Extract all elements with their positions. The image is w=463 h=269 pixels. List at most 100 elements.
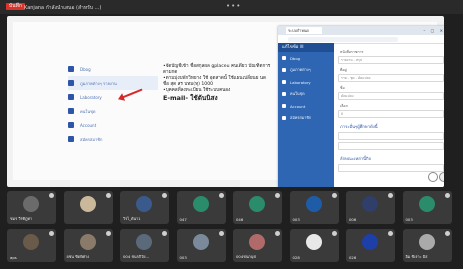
participant-tile[interactable]: 028 xyxy=(289,229,339,262)
participant-name: 003 xyxy=(292,217,300,222)
mic-muted-icon xyxy=(218,231,224,236)
mic-muted-icon xyxy=(444,193,450,198)
mic-muted-icon xyxy=(331,193,337,198)
participant-avatar xyxy=(249,196,265,212)
sidebar-label: คนในชุด xyxy=(290,91,305,96)
participant-tile[interactable]: 003 xyxy=(176,229,226,262)
users-icon xyxy=(68,108,74,114)
browser-tab[interactable]: ระบบกำหนด xyxy=(286,27,322,34)
sidebar-item[interactable]: ภูมภาคต่างๆ xyxy=(278,64,334,76)
mic-muted-icon xyxy=(388,231,393,236)
participant-name: 046 xyxy=(236,217,244,222)
window-controls[interactable]: – ▢ ✕ xyxy=(423,28,444,33)
participant-avatar xyxy=(418,196,435,212)
form-field[interactable] xyxy=(338,164,444,172)
participant-name: วิรไ_ตันา1 xyxy=(123,216,141,221)
mic-muted-icon xyxy=(105,231,111,236)
account-icon xyxy=(282,104,286,108)
participant-tile[interactable]: 046 xyxy=(233,191,282,224)
participant-avatar xyxy=(192,234,209,250)
mic-muted-icon xyxy=(49,231,54,236)
participant-avatar xyxy=(362,234,378,250)
participant-avatar xyxy=(136,196,152,212)
mic-muted-icon xyxy=(162,193,167,198)
participant-avatar xyxy=(23,196,39,212)
admin-sidebar: แก้ไขข้อ ☰ Dbog ภูมภาคต่างๆ Laboratory ค… xyxy=(278,43,334,187)
form-field[interactable]: 0 xyxy=(338,110,444,118)
field-label: ที่อยู่ xyxy=(340,68,347,72)
participant-tile[interactable]: 004ชนกนุช xyxy=(233,229,282,262)
participant-tile[interactable]: aps xyxy=(7,229,56,262)
participant-tile[interactable]: 006 xyxy=(346,191,395,224)
participant-avatar xyxy=(249,234,265,250)
mic-muted-icon xyxy=(444,231,450,236)
participant-name: aps xyxy=(10,255,17,260)
participant-avatar xyxy=(23,234,39,250)
participant-tile[interactable]: วิรไ_ตันา1 xyxy=(120,191,169,224)
participant-tile[interactable]: 004 ชนรภิวัย... xyxy=(120,229,169,262)
participant-tile[interactable]: 026 xyxy=(346,229,395,262)
participant-tile[interactable] xyxy=(63,191,113,224)
form-field[interactable] xyxy=(338,132,444,140)
participant-name: อิม ชิเราะ อิส xyxy=(405,254,428,259)
section-heading: ภาระอื่นๆผู้ศึกษาดังนี้ xyxy=(340,124,378,129)
participant-name: 047 xyxy=(179,217,187,222)
browser-tabbar: ระบบกำหนด – ▢ ✕ xyxy=(278,26,444,35)
participant-avatar xyxy=(305,234,322,250)
monitor-icon xyxy=(282,80,286,84)
fullscreen-icon[interactable] xyxy=(439,172,444,182)
menu-label: ภูมภาคต่างๆ รายงาน xyxy=(80,80,117,86)
participant-tile[interactable]: ยชน ชิดพิศาง xyxy=(63,229,113,262)
more-options-icon[interactable]: ••• xyxy=(226,2,241,10)
participant-tile[interactable]: 003 xyxy=(402,191,452,224)
flag-icon xyxy=(68,80,74,86)
sidebar-item[interactable]: Dbog xyxy=(278,52,334,64)
form-field[interactable]: ดัดแปลง xyxy=(338,92,444,100)
participant-avatar xyxy=(192,196,209,212)
sidebar-item[interactable]: คนในชุด xyxy=(278,88,334,100)
share-title: Kanjana กำลังนำเสนอ (สำหรับ ...) xyxy=(24,5,102,11)
users-icon xyxy=(282,92,286,96)
participant-tile[interactable]: ชมร วีรทิฎทา xyxy=(7,191,56,224)
mic-muted-icon xyxy=(275,193,280,198)
participant-name: ชมร วีรทิฎทา xyxy=(10,216,33,221)
sidebar-item[interactable]: สมัครสมาชิก xyxy=(278,112,334,124)
participant-name: 004ชนกนุช xyxy=(236,254,256,259)
participant-tile[interactable]: อิม ชิเราะ อิส xyxy=(402,229,452,262)
participant-avatar xyxy=(362,196,378,212)
participant-avatar xyxy=(305,196,322,212)
form-field[interactable]: ราย - ชุด - ดัดแปลง xyxy=(338,74,444,82)
admin-brand: แก้ไขข้อ ☰ xyxy=(278,43,334,52)
participant-avatar xyxy=(136,234,152,250)
bullet: •จัดบัญชีเข้า ชื่อสกุลผล gplaceu คนเดียว… xyxy=(163,64,271,75)
monitor-icon xyxy=(68,94,74,100)
form-field[interactable]: รายงาน - สรุป xyxy=(338,56,444,64)
participant-tile[interactable]: 003 xyxy=(289,191,339,224)
account-icon xyxy=(68,122,74,128)
mic-muted-icon xyxy=(388,193,393,198)
participant-avatar xyxy=(418,234,435,250)
sidebar-item[interactable]: Account xyxy=(278,100,334,112)
participant-name: ยชน ชิดพิศาง xyxy=(66,254,90,259)
wrench-icon xyxy=(68,136,74,142)
participant-name: 028 xyxy=(292,255,300,260)
participant-avatar xyxy=(79,234,96,250)
url-field[interactable] xyxy=(288,36,398,42)
mic-muted-icon xyxy=(275,231,280,236)
section-heading: ลักษณะเหล่านี้กิจ xyxy=(340,156,371,161)
form-field[interactable] xyxy=(338,142,444,150)
zoom-control-icon[interactable] xyxy=(428,172,438,182)
sidebar-label: สมัครสมาชิก xyxy=(290,115,312,120)
slide-menu-item: Dbog xyxy=(68,62,158,76)
mic-muted-icon xyxy=(218,193,224,198)
email-line: E-mail- ใช้ต้นนิสง xyxy=(163,94,218,102)
menu-label: สมัครสมาชิก xyxy=(80,136,103,142)
wrench-icon xyxy=(282,116,286,120)
sidebar-item[interactable]: Laboratory xyxy=(278,76,334,88)
participant-tile[interactable]: 047 xyxy=(176,191,226,224)
participant-name: 026 xyxy=(349,255,357,260)
shared-screen: Dbog ภูมภาคต่างๆ รายงาน Laboratory คนในช… xyxy=(7,16,444,187)
menu-label: Dbog xyxy=(80,66,91,72)
participant-name: 004 ชนรภิวัย... xyxy=(123,254,150,259)
slide-menu-item: Laboratory xyxy=(68,90,158,104)
